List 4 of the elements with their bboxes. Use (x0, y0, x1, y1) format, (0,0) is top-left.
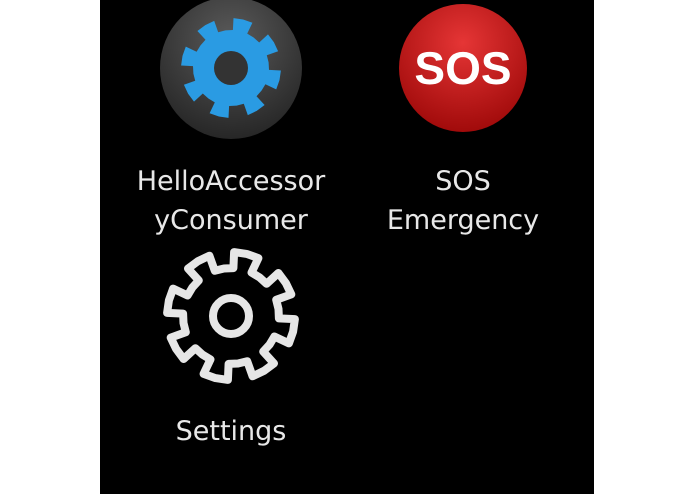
app-label: Settings (176, 415, 286, 449)
app-label: HelloAccessor yConsumer (136, 165, 326, 238)
app-label: SOS Emergency (386, 165, 540, 238)
gear-icon[interactable] (159, 0, 303, 140)
